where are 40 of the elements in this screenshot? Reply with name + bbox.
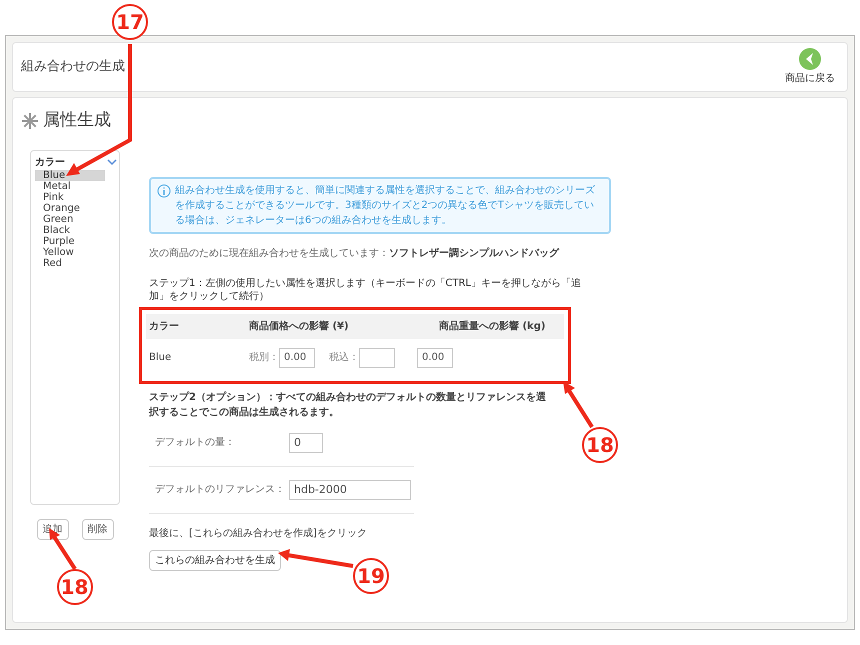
attribute-option[interactable]: Pink [35,192,105,202]
attribute-option[interactable]: Metal [35,180,105,192]
input-field[interactable]: 0.00 [417,348,453,368]
callout-number: 17 [112,4,148,40]
table-cell-text: Blue [149,351,172,365]
attribute-option[interactable]: Black [35,224,105,236]
section-title: 属性生成 [43,109,111,132]
callout-number: 18 [56,568,92,604]
column-header: カラー [149,320,180,334]
attribute-option[interactable]: Green [35,214,105,224]
final-note: 最後に、[これらの組み合わせを作成]をクリック [149,526,368,540]
group-label: カラー [35,156,65,170]
field-label: 税別： [249,350,279,365]
chevron-icon[interactable] [107,158,117,166]
callout-number: 19 [353,558,389,594]
input-field[interactable]: hdb-2000 [289,480,411,500]
info-icon [157,184,171,198]
attribute-option[interactable]: Yellow [35,246,105,258]
input-field[interactable] [359,348,395,368]
input-field[interactable]: 0.00 [279,348,315,368]
attribute-option[interactable]: Blue [35,170,105,180]
column-header: 商品重量への影響 (kg) [439,319,546,334]
attribute-option[interactable]: Orange [35,202,105,214]
column-header: 商品価格への影響 (¥) [249,319,350,334]
delete-button[interactable]: 削除 [82,518,114,540]
page-title: 組み合わせの生成 [21,58,125,76]
callout-number: 18 [582,426,618,462]
field-label: デフォルトの量： [154,436,236,450]
step2-text: ステップ2（オプション）：すべての組み合わせのデフォルトの数量とリファレンスを選択することでこの商品は生成されるます。 [149,390,547,420]
step1-text: ステップ1：左側の使用したい属性を選択します（キーボードの「CTRL」キーを押しながら「追加」をクリックして続行） [149,276,582,302]
field-label: デフォルトのリファレンス： [154,483,286,497]
info-text: 組み合わせ生成を使用すると、簡単に関連する属性を選択することで、組み合わせのシリーズを作成することができるツールです。3種類のサイズと2つの異なる色でTシャツを販売している場合は、ジェネレーターは6つの組み合わせを生成します。 [175,184,596,228]
asterisk-icon [21,112,39,130]
attribute-option[interactable]: Purple [35,236,105,246]
input-field[interactable]: 0 [289,432,323,452]
back-button[interactable]: 商品に戻る [781,48,839,86]
product-line: 次の商品のために現在組み合わせを生成しています：ソフトレザー調シンプルハンドバッグ [149,246,560,260]
field-label: 税込： [329,350,359,365]
attribute-option[interactable]: Red [35,258,105,268]
generate-button[interactable]: これらの組み合わせを生成 [149,550,281,570]
